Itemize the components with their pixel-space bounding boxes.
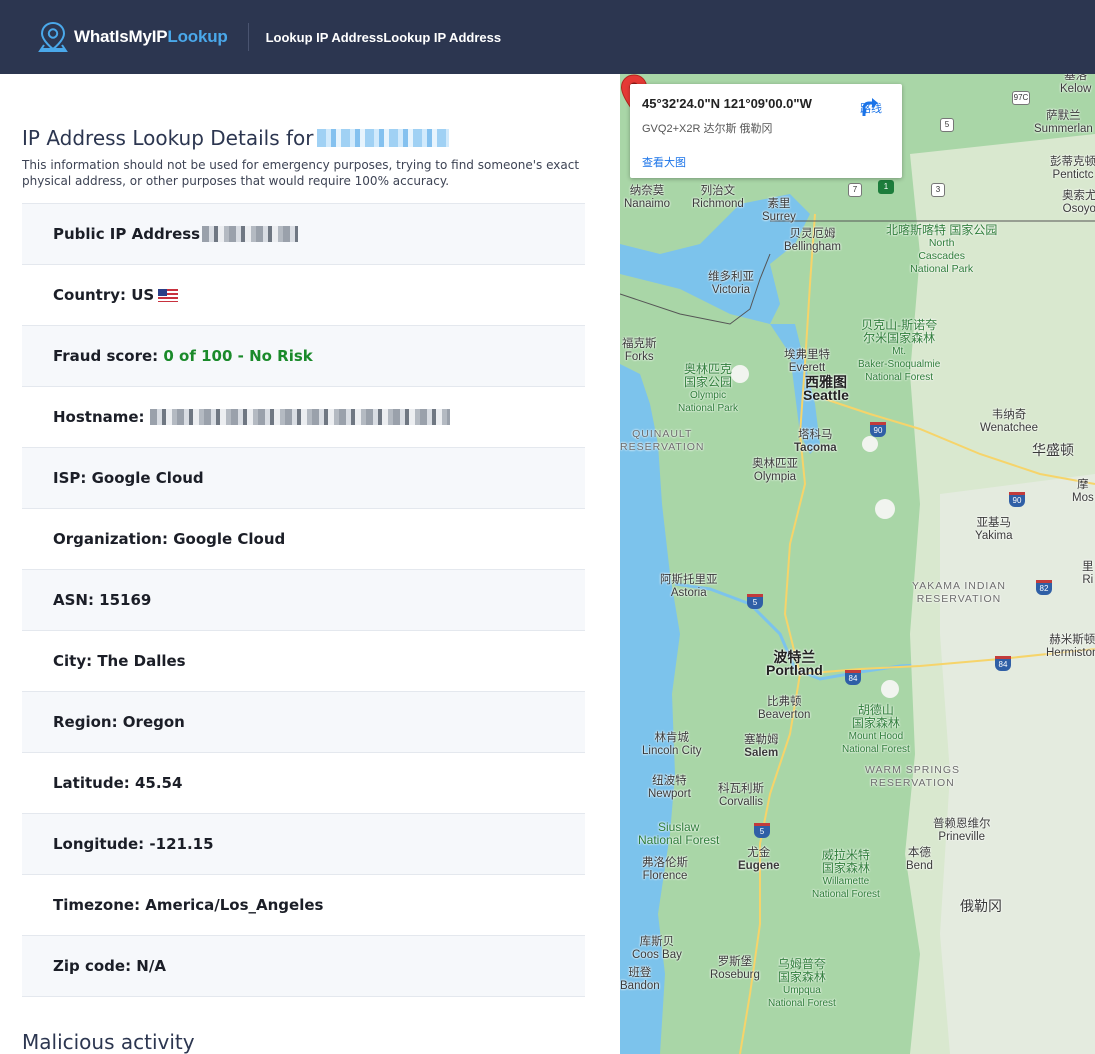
table-row-hostname: Hostname: — [22, 387, 585, 448]
interstate-90-shield: 90 — [870, 422, 886, 437]
map-label-coos-bay: 库斯贝 Coos Bay — [632, 936, 682, 961]
map-label-tacoma: 塔科马 Tacoma — [794, 429, 837, 454]
map-label-bellingham: 贝灵厄姆 Bellingham — [784, 228, 841, 253]
route-7-shield: 7 — [848, 183, 862, 197]
map-label-bend: 本德 Bend — [906, 847, 933, 872]
map-label-penticton: 彭蒂克顿 Pentictc — [1050, 156, 1095, 181]
map-label-wenatchee: 韦纳奇 Wenatchee — [980, 409, 1038, 434]
table-row-zip-code: Zip code: N/A — [22, 936, 585, 997]
map-label-richland: 里 Ri — [1082, 561, 1094, 586]
interstate-84-shield: 84 — [845, 670, 861, 685]
map-label-surrey: 素里 Surrey — [762, 198, 796, 223]
map-label-oregon: 俄勒冈 — [960, 898, 1002, 914]
route-3-shield: 3 — [931, 183, 945, 197]
table-row-timezone: Timezone: America/Los_Angeles — [22, 875, 585, 936]
map-label-olympic: 奥林匹克 国家公园 Olympic National Park — [678, 362, 739, 415]
map-label-beaverton: 比弗顿 Beaverton — [758, 696, 811, 721]
lookup-details-panel: IP Address Lookup Details for This infor… — [22, 74, 585, 1054]
map-info-card: 45°32'24.0"N 121°09'00.0"W GVQ2+X2R 达尔斯 … — [630, 84, 902, 178]
table-row-region: Region: Oregon — [22, 692, 585, 753]
top-navigation-bar: WhatIsMyIPLookup Lookup IP AddressLookup… — [0, 0, 1095, 74]
map-label-astoria: 阿斯托里亚 Astoria — [660, 574, 718, 599]
map-label-north-cascades: 北喀斯喀特 国家公园 North Cascades National Park — [886, 223, 998, 276]
route-1-shield: 1 — [878, 180, 894, 194]
map-label-seattle: 西雅图 Seattle — [803, 374, 849, 403]
map-label-yakama: YAKAMA INDIAN RESERVATION — [912, 580, 1006, 605]
table-row-city: City: The Dalles — [22, 631, 585, 692]
map-label-summerland: 萨默兰 Summerlan — [1034, 110, 1093, 135]
table-row-fraud-score: Fraud score: 0 of 100 - No Risk — [22, 326, 585, 387]
map-label-everett: 埃弗里特 Everett — [784, 349, 830, 374]
map-label-newport: 纽波特 Newport — [648, 775, 691, 800]
map-label-roseburg: 罗斯堡 Roseburg — [710, 956, 760, 981]
map-label-mt-hood: 胡德山 国家森林 Mount Hood National Forest — [842, 703, 910, 756]
nav-lookup-ip-link[interactable]: Lookup IP AddressLookup IP Address — [266, 30, 502, 45]
map-label-warm-springs: WARM SPRINGS RESERVATION — [865, 764, 961, 789]
map-label-eugene: 尤金 Eugene — [738, 847, 780, 872]
plus-code-text: GVQ2+X2R 达尔斯 俄勒冈 — [642, 123, 773, 135]
map-label-olympia: 奥林匹亚 Olympia — [752, 458, 798, 483]
us-flag-icon — [158, 288, 179, 302]
map-label-salem: 塞勒姆 Salem — [744, 734, 779, 759]
coordinates-text: 45°32'24.0"N 121°09'00.0"W — [642, 96, 812, 111]
map-label-forks: 福克斯 Forks — [622, 338, 657, 363]
interstate-82-shield: 82 — [1036, 580, 1052, 595]
map-label-corvallis: 科瓦利斯 Corvallis — [718, 783, 764, 808]
view-larger-map-link[interactable]: 查看大图 — [642, 154, 686, 170]
map-label-umpqua: 乌姆普夸 国家森林 Umpqua National Forest — [768, 957, 836, 1010]
table-row-latitude: Latitude: 45.54 — [22, 753, 585, 814]
route-5-shield: 5 — [940, 118, 954, 132]
map-label-victoria: 维多利亚 Victoria — [708, 271, 754, 296]
map-label-washington: 华盛顿 — [1032, 442, 1074, 458]
logo-text: WhatIsMyIPLookup — [74, 27, 228, 46]
map-label-kelowna: 基洛 Kelow — [1060, 74, 1092, 95]
table-row-public-ip: Public IP Address — [22, 204, 585, 265]
map-label-florence: 弗洛伦斯 Florence — [642, 857, 688, 882]
table-row-asn: ASN: 15169 — [22, 570, 585, 631]
route-97c-shield: 97C — [1012, 91, 1030, 105]
map-label-hermiston: 赫米斯顿 Hermiston — [1046, 634, 1095, 659]
map-terrain — [620, 74, 1095, 1054]
map-label-richmond: 列治文 Richmond — [692, 185, 744, 210]
map-label-willamette: 威拉米特 国家森林 Willamette National Forest — [812, 848, 880, 901]
interstate-5-north-shield: 5 — [747, 594, 763, 609]
map-label-mt-baker: 贝克山-斯诺夸 尔米国家森林 Mt. Baker-Snoqualmie Natio… — [858, 318, 941, 384]
map-label-quinault: QUINAULT RESERVATION — [620, 428, 705, 453]
blurred-ip-value — [202, 226, 299, 242]
header-divider — [247, 23, 249, 51]
table-row-longitude: Longitude: -121.15 — [22, 814, 585, 875]
map-label-nanaimo: 纳奈莫 Nanaimo — [624, 185, 671, 210]
map-label-bandon: 班登 Bandon — [620, 967, 660, 992]
blurred-hostname-value — [149, 409, 450, 425]
page-title: IP Address Lookup Details for — [22, 126, 450, 150]
disclaimer-text: This information should not be used for … — [22, 158, 580, 188]
interstate-5-shield: 5 — [754, 823, 770, 838]
map-label-siuslaw: Siuslaw National Forest — [638, 820, 720, 847]
map-label-lincoln-city: 林肯城 Lincoln City — [642, 732, 702, 757]
map-label-yakima: 亚基马 Yakima — [975, 517, 1013, 542]
interstate-90-east-shield: 90 — [1009, 492, 1025, 507]
map-label-prineville: 普赖恩维尔 Prineville — [933, 818, 991, 843]
ip-details-table: Public IP Address Country: US Fraud scor… — [22, 203, 585, 997]
location-pin-logo-icon — [38, 21, 68, 52]
table-row-isp: ISP: Google Cloud — [22, 448, 585, 509]
map-label-moses-lake: 摩 Mos — [1072, 479, 1094, 504]
table-row-country: Country: US — [22, 265, 585, 326]
map-label-osoyoos: 奥索尤 Osoyo — [1062, 190, 1095, 215]
interstate-84-east-shield: 84 — [995, 656, 1011, 671]
site-logo[interactable]: WhatIsMyIPLookup — [38, 0, 228, 74]
table-row-organization: Organization: Google Cloud — [22, 509, 585, 570]
blurred-ip-address — [317, 129, 450, 147]
malicious-activity-heading: Malicious activity — [22, 1030, 195, 1054]
map-label-portland: 波特兰 Portland — [766, 649, 823, 678]
directions-button[interactable]: 路线 — [858, 96, 884, 116]
fraud-score-value: 0 of 100 - No Risk — [163, 347, 313, 365]
directions-icon — [862, 98, 878, 116]
location-map[interactable]: 纳奈莫 Nanaimo 列治文 Richmond 素里 Surrey 贝灵厄姆 Bell… — [620, 74, 1095, 1054]
